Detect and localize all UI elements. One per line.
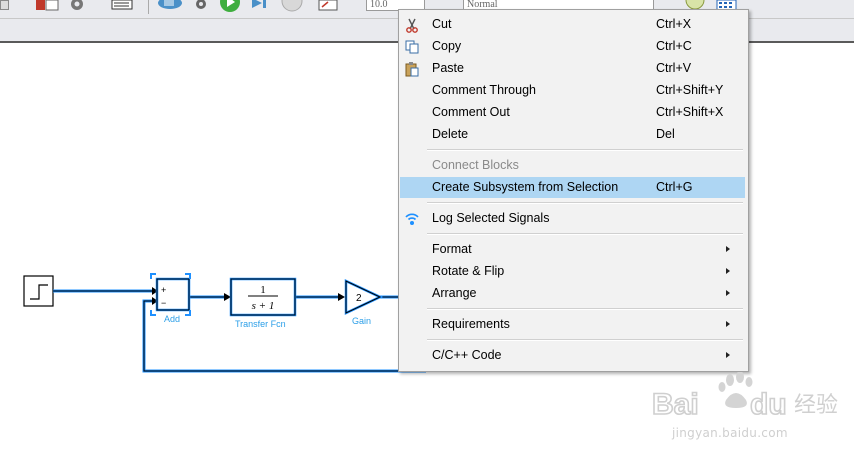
step-block[interactable] (23, 275, 54, 307)
add-block[interactable]: + − (150, 273, 191, 316)
menu-item-copy[interactable]: Copy Ctrl+C (400, 36, 745, 57)
menu-item-requirements[interactable]: Requirements (400, 314, 745, 335)
model-explorer-icon[interactable] (36, 0, 60, 12)
run-icon[interactable] (218, 0, 242, 12)
paste-icon (405, 62, 419, 77)
settings-icon[interactable] (68, 0, 88, 12)
submenu-arrow-icon (726, 321, 730, 327)
menu-separator (427, 308, 743, 310)
copy-icon (405, 40, 419, 54)
menu-separator (427, 233, 743, 235)
menu-item-connect-blocks: Connect Blocks (432, 158, 519, 172)
scissors-icon (406, 18, 418, 33)
submenu-arrow-icon (726, 246, 730, 252)
menu-separator (427, 339, 743, 341)
submenu-arrow-icon (726, 352, 730, 358)
menu-item-paste[interactable]: Paste Ctrl+V (400, 58, 745, 79)
gain-value: 2 (356, 293, 362, 304)
svg-text:Bai: Bai (652, 388, 699, 421)
gain-block[interactable]: 2 (344, 279, 383, 315)
transfer-fcn-label: Transfer Fcn (235, 319, 286, 329)
menu-item-cut[interactable]: Cut Ctrl+X (400, 14, 745, 35)
svg-text:du: du (750, 388, 787, 421)
menu-item-rotate-flip[interactable]: Rotate & Flip (400, 261, 745, 282)
menu-item-format[interactable]: Format (400, 239, 745, 260)
record-icon[interactable] (318, 0, 340, 12)
menu-item-log-signals[interactable]: Log Selected Signals (400, 208, 745, 229)
step-back-icon[interactable] (156, 0, 184, 12)
log-signal-icon (405, 213, 419, 225)
submenu-arrow-icon (726, 290, 730, 296)
baidu-watermark-logo: Bai du 经验 (652, 372, 838, 422)
stop-icon[interactable] (280, 0, 304, 12)
context-menu: Cut Ctrl+X Copy Ctrl+C Paste Ctrl+V Comment… (398, 9, 749, 372)
menu-item-comment-through[interactable]: Comment Through Ctrl+Shift+Y (400, 80, 745, 101)
tf-numerator: 1 (260, 284, 266, 296)
config-icon[interactable] (111, 0, 133, 12)
menu-item-create-subsystem[interactable]: Create Subsystem from Selection Ctrl+G (400, 177, 745, 198)
gain-label: Gain (352, 316, 372, 326)
menu-item-delete[interactable]: Delete Del (400, 124, 745, 145)
menu-item-comment-out[interactable]: Comment Out Ctrl+Shift+X (400, 102, 745, 123)
add-label: Add (164, 314, 181, 324)
gear-config-icon[interactable] (192, 0, 210, 12)
watermark-url: jingyan.baidu.com (672, 426, 788, 440)
library-icon[interactable] (0, 0, 14, 12)
tf-denominator: s + 1 (252, 300, 275, 312)
menu-separator (427, 149, 743, 151)
add-minus-sign: − (161, 298, 166, 308)
menu-separator (427, 202, 743, 204)
menu-item-code[interactable]: C/C++ Code (400, 345, 745, 366)
svg-text:经验: 经验 (794, 393, 838, 418)
menu-item-arrange[interactable]: Arrange (400, 283, 745, 304)
submenu-arrow-icon (726, 268, 730, 274)
add-plus-sign: + (161, 285, 166, 295)
step-forward-icon[interactable] (250, 0, 270, 12)
transfer-fcn-block[interactable]: 1 s + 1 (229, 277, 297, 317)
